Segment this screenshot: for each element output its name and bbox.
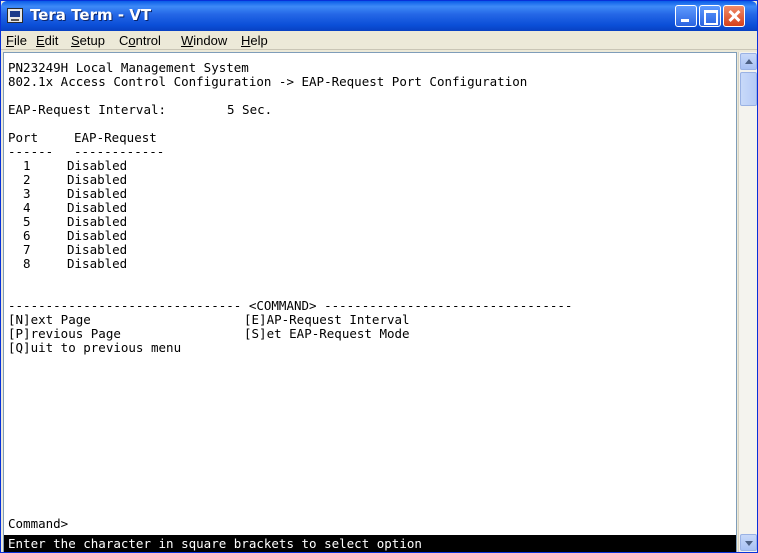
terminal-screen[interactable]: PN23249H Local Management System 802.1x … [3,52,737,552]
scroll-up-icon[interactable] [740,53,757,70]
port-eap-status: Disabled [67,256,128,271]
window-title: Tera Term - VT [30,6,152,24]
tera-term-window: Tera Term - VT File Edit Setup Control W… [0,0,758,553]
port-number: 6 [23,228,31,243]
command-set-eap-request-mode[interactable]: [S]et EAP-Request Mode [244,327,410,341]
column-header-eap-request: EAP-Request [74,130,157,145]
column-underline-port: ------ [8,144,54,159]
scrollbar-thumb[interactable] [740,72,757,106]
port-eap-status: Disabled [67,172,128,187]
maximize-icon[interactable] [699,5,721,27]
port-number: 1 [23,158,31,173]
menu-setup[interactable]: Setup [71,33,105,48]
menu-edit[interactable]: Edit [36,33,58,48]
port-eap-status: Disabled [67,242,128,257]
menu-window[interactable]: Window [181,33,227,48]
port-number: 5 [23,214,31,229]
vertical-scrollbar[interactable] [738,52,757,552]
command-divider: ------------------------------- <COMMAND… [8,298,573,313]
menu-help[interactable]: Help [241,33,268,48]
command-previous-page[interactable]: [P]revious Page [8,327,121,341]
breadcrumb: 802.1x Access Control Configuration -> E… [8,74,528,89]
title-bar[interactable]: Tera Term - VT [1,1,757,31]
port-number: 4 [23,200,31,215]
interval-value: 5 Sec. [227,102,273,117]
command-quit[interactable]: [Q]uit to previous menu [8,341,181,355]
interval-label: EAP-Request Interval: [8,102,167,117]
system-title: PN23249H Local Management System [8,60,249,75]
port-number: 8 [23,256,31,271]
terminal-icon[interactable] [7,8,23,23]
port-number: 7 [23,242,31,257]
port-eap-status: Disabled [67,186,128,201]
status-line: Enter the character in square brackets t… [4,535,736,552]
port-number: 3 [23,186,31,201]
command-prompt[interactable]: Command> [8,517,68,531]
port-number: 2 [23,172,31,187]
port-eap-status: Disabled [67,158,128,173]
column-underline-eap: ------------ [74,144,165,159]
port-eap-status: Disabled [67,200,128,215]
column-header-port: Port [8,130,39,145]
minimize-icon[interactable] [675,5,697,27]
menu-bar: File Edit Setup Control Window Help [1,31,757,50]
menu-file[interactable]: File [6,33,27,48]
port-eap-status: Disabled [67,228,128,243]
close-icon[interactable] [723,5,745,27]
command-next-page[interactable]: [N]ext Page [8,313,91,327]
scroll-down-icon[interactable] [740,534,757,551]
port-eap-status: Disabled [67,214,128,229]
menu-control[interactable]: Control [119,33,161,48]
command-eap-request-interval[interactable]: [E]AP-Request Interval [244,313,410,327]
